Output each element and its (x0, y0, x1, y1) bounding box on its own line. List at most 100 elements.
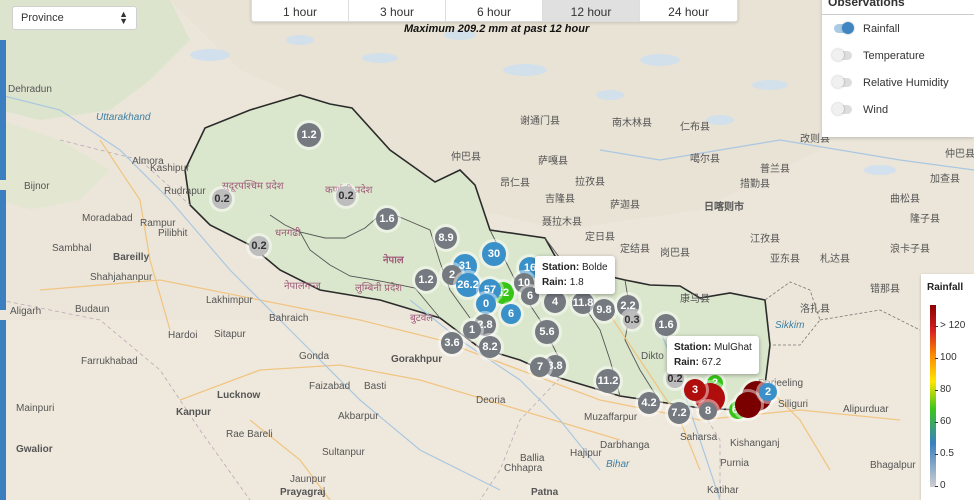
station-tooltip-mulghat: Station: MulGhat Rain: 67.2 (667, 336, 759, 374)
observation-wind[interactable]: Wind (822, 96, 974, 123)
tab-3-hour[interactable]: 3 hour (349, 0, 446, 21)
observations-title: Observations (822, 0, 974, 15)
station-marker[interactable]: 0.2 (249, 236, 269, 256)
place-label: नेपाल (383, 255, 404, 266)
place-label: Muzaffarpur (584, 412, 638, 423)
station-marker[interactable]: 0.2 (336, 186, 356, 206)
place-label: 措勤县 (740, 179, 770, 190)
station-marker[interactable]: 7 (530, 357, 550, 377)
tab-24-hour[interactable]: 24 hour (640, 0, 737, 21)
place-label: 岗巴县 (660, 248, 690, 259)
place-label: 札达县 (820, 254, 850, 265)
observations-panel: Observations Rainfall Temperature Relati… (822, 0, 974, 137)
place-label: Gorakhpur (391, 354, 443, 365)
station-marker[interactable]: 9.8 (593, 299, 615, 321)
relative-humidity-toggle[interactable] (832, 76, 852, 88)
station-marker[interactable]: 3.6 (441, 332, 463, 354)
station-marker[interactable]: 0.2 (212, 189, 232, 209)
place-label: 定结县 (620, 244, 650, 255)
place-label: 曲松县 (890, 194, 920, 205)
station-marker[interactable]: 8.2 (479, 336, 501, 358)
place-label: Katihar (707, 485, 739, 496)
station-marker[interactable]: 0.3 (623, 311, 641, 329)
place-label: Sitapur (214, 329, 246, 340)
place-label: Bareilly (113, 252, 150, 263)
place-label: Shahjahanpur (90, 272, 153, 283)
place-label: Sultanpur (322, 447, 365, 458)
legend-tick-100: 100 (935, 352, 957, 363)
legend-color-bar (930, 305, 936, 487)
place-label: बुटवल (410, 313, 434, 324)
rainfall-legend: Rainfall > 120 100 80 60 0.5 0 (921, 274, 974, 500)
place-label: 亚东县 (770, 254, 800, 265)
station-marker[interactable]: 11.2 (596, 369, 620, 393)
station-marker[interactable]: 4 (544, 291, 566, 313)
place-label: 谢通门县 (520, 116, 560, 127)
station-marker[interactable]: 1.6 (376, 208, 398, 230)
place-label: 拉孜县 (575, 177, 605, 188)
station-marker[interactable]: 1 (463, 321, 481, 339)
wind-toggle[interactable] (832, 103, 852, 115)
place-label: Sikkim (775, 320, 805, 331)
station-marker[interactable]: 5.6 (535, 320, 559, 344)
place-label: Aligarh (10, 306, 42, 317)
place-label: Pilibhit (158, 228, 188, 239)
place-label: सुदूरपश्चिम प्रदेश (222, 181, 284, 192)
province-select-value: Province (21, 12, 64, 24)
place-label: 错那县 (870, 284, 900, 295)
place-label: Chhapra (504, 463, 543, 474)
station-marker[interactable]: 7.2 (668, 402, 690, 424)
observation-temperature-label: Temperature (863, 49, 925, 62)
place-label: Prayagraj (280, 487, 326, 498)
station-marker[interactable]: 1.6 (655, 314, 677, 336)
place-label: Uttarakhand (96, 112, 151, 123)
max-rain-headline: Maximum 209.2 mm at past 12 hour (404, 23, 590, 35)
place-label: नेपालगन्ज (284, 281, 321, 292)
place-label: Jaunpur (290, 474, 327, 485)
place-label: Dehradun (8, 84, 52, 95)
station-marker[interactable]: 4.2 (638, 392, 660, 414)
place-label: 浪卡子县 (890, 244, 930, 255)
edge-strip-middle (0, 190, 6, 310)
station-marker[interactable]: 6 (501, 304, 521, 324)
observation-relative-humidity[interactable]: Relative Humidity (822, 69, 974, 96)
tab-6-hour[interactable]: 6 hour (446, 0, 543, 21)
observation-wind-label: Wind (863, 103, 889, 116)
chevron-updown-icon: ▲ ▼ (119, 9, 128, 26)
place-label: धनगढी (275, 228, 301, 239)
place-label: Mainpuri (16, 403, 55, 414)
rainfall-toggle[interactable] (834, 22, 854, 34)
edge-strip-bottom (0, 320, 6, 500)
tab-1-hour[interactable]: 1 hour (252, 0, 349, 21)
station-marker[interactable]: 1.2 (297, 123, 321, 147)
station-marker[interactable]: 8.9 (435, 227, 457, 249)
place-label: Bihar (606, 459, 630, 470)
station-marker[interactable]: 3 (684, 379, 706, 401)
place-label: 仁布县 (680, 122, 710, 133)
place-label: Lakhimpur (206, 295, 253, 306)
place-label: Bhagalpur (870, 460, 916, 471)
place-label: 加查县 (930, 174, 960, 185)
place-label: Gonda (299, 351, 330, 362)
temperature-toggle[interactable] (832, 49, 852, 61)
place-label: 仲巴县 (451, 152, 481, 163)
station-marker[interactable]: 26.2 (456, 273, 480, 297)
place-label: Bahraich (269, 313, 309, 324)
station-marker[interactable]: 2 (759, 383, 777, 401)
place-label: Basti (364, 381, 387, 392)
station-marker[interactable]: 11.8 (572, 292, 594, 314)
station-marker[interactable]: 8 (699, 402, 717, 420)
place-label: Akbarpur (338, 411, 379, 422)
place-label: 洛扎县 (800, 304, 830, 315)
station-marker[interactable]: 0 (476, 294, 496, 314)
province-select[interactable]: Province ▲ ▼ (12, 6, 137, 30)
legend-tick-80: 80 (934, 384, 952, 395)
observation-temperature[interactable]: Temperature (822, 42, 974, 69)
place-label: Hajipur (570, 448, 602, 459)
station-marker[interactable] (735, 392, 761, 418)
place-label: Darbhanga (600, 440, 650, 451)
tab-12-hour[interactable]: 12 hour (543, 0, 640, 21)
observation-rainfall[interactable]: Rainfall (822, 15, 974, 42)
station-marker[interactable]: 30 (482, 242, 506, 266)
station-marker[interactable]: 1.2 (415, 269, 437, 291)
